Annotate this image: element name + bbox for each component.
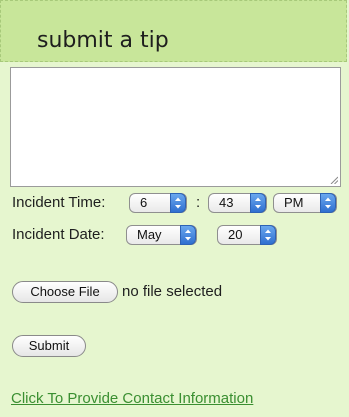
incident-minute-value: 43 [219, 195, 234, 210]
incident-hour-select[interactable]: 6 [129, 193, 187, 213]
incident-day-value: 20 [228, 227, 243, 242]
select-arrow-icon [180, 225, 196, 245]
incident-ampm-value: PM [284, 195, 304, 210]
incident-ampm-select[interactable]: PM [273, 193, 337, 213]
choose-file-button[interactable]: Choose File [12, 281, 118, 303]
incident-month-select[interactable]: May [126, 225, 197, 245]
header-banner: submit a tip [0, 0, 347, 62]
select-arrow-icon [170, 193, 186, 213]
tip-textarea[interactable] [10, 67, 341, 187]
contact-info-link[interactable]: Click To Provide Contact Information [11, 390, 253, 408]
select-arrow-icon [250, 193, 266, 213]
time-separator: : [196, 194, 201, 211]
incident-hour-value: 6 [140, 195, 148, 210]
submit-button[interactable]: Submit [12, 335, 86, 357]
select-arrow-icon [320, 193, 336, 213]
file-status-text: no file selected [122, 283, 223, 300]
incident-month-value: May [137, 227, 162, 242]
resize-grip-icon[interactable] [330, 176, 338, 184]
incident-day-select[interactable]: 20 [217, 225, 277, 245]
incident-minute-select[interactable]: 43 [208, 193, 267, 213]
incident-date-label: Incident Date: [12, 226, 105, 243]
page-title: submit a tip [37, 28, 169, 53]
select-arrow-icon [260, 225, 276, 245]
incident-time-label: Incident Time: [12, 194, 106, 211]
